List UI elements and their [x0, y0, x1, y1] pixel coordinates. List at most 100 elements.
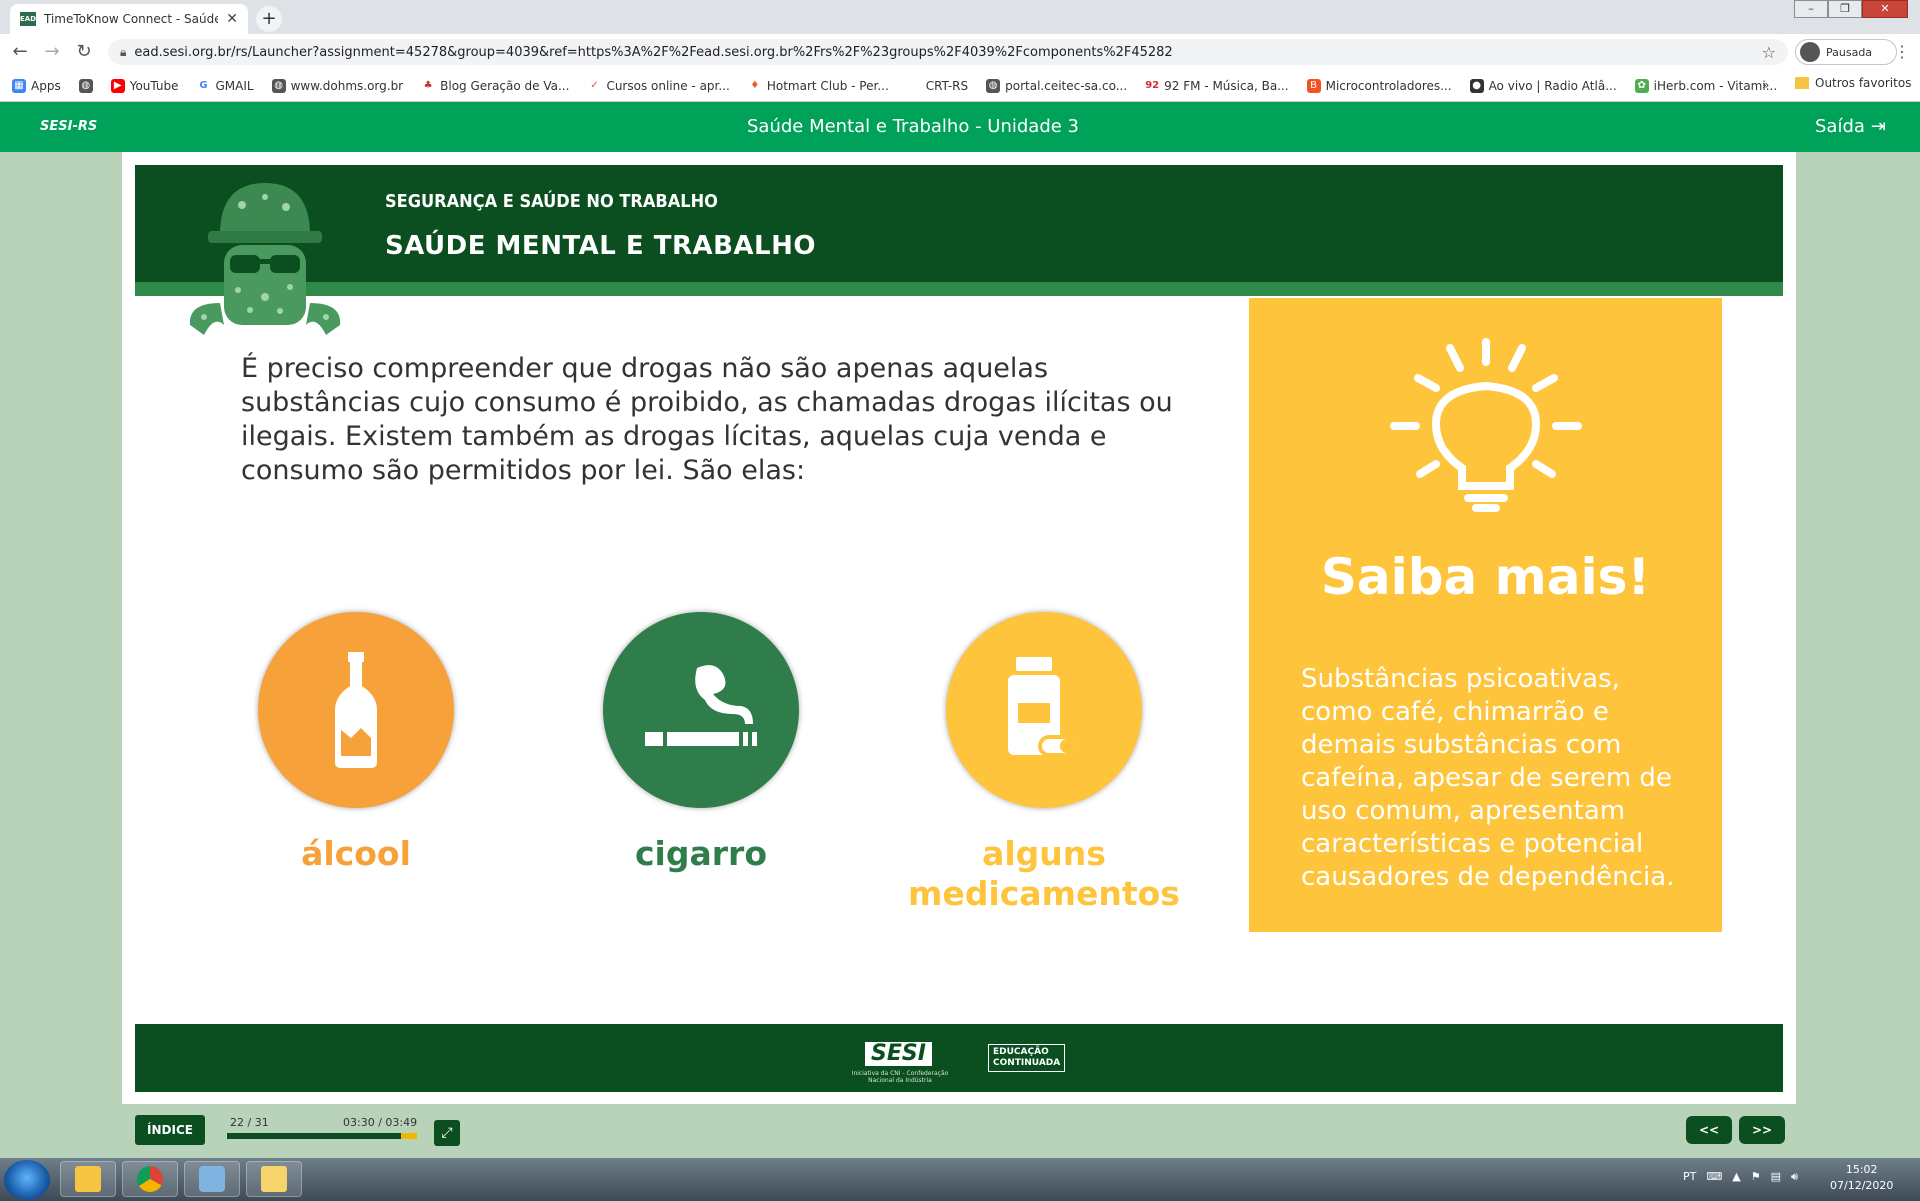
keyboard-icon[interactable]: ⌨	[1706, 1170, 1722, 1184]
drug-item-medicine[interactable]: alguns medicamentos	[904, 612, 1184, 914]
lesson-footer: SESI Iniciativa da CNI - Confederação Na…	[135, 1024, 1783, 1092]
banner-heading: SAÚDE MENTAL E TRABALHO	[385, 231, 816, 261]
bookmark-92fm[interactable]: 92 92 FM - Música, Ba...	[1145, 78, 1289, 93]
address-bar[interactable]: 🔒︎ ead.sesi.org.br/rs/Launcher?assignmen…	[108, 39, 1788, 65]
bookmark-blog[interactable]: ♣ Blog Geração de Va...	[421, 78, 569, 93]
cursos-icon: ✓	[587, 78, 602, 93]
apps-grid-icon: ▦	[12, 78, 26, 93]
progress-fill	[227, 1133, 402, 1139]
language-indicator[interactable]: PT	[1683, 1170, 1696, 1184]
worker-mascot-icon	[189, 183, 341, 335]
app-header: SESI-RS Saúde Mental e Trabalho - Unidad…	[0, 102, 1920, 152]
taskbar-mail-app[interactable]	[60, 1161, 116, 1197]
intro-paragraph: É preciso compreender que drogas não são…	[241, 353, 1173, 486]
show-hidden-icons-icon[interactable]: ▲	[1732, 1170, 1740, 1184]
bottle-icon	[335, 652, 377, 768]
bookmark-star-icon[interactable]: ☆	[1762, 43, 1776, 62]
other-bookmarks[interactable]: Outros favoritos	[1795, 76, 1911, 90]
banner-stripe	[135, 282, 1783, 296]
index-button[interactable]: ÍNDICE	[135, 1115, 205, 1145]
new-tab-button[interactable]: +	[256, 6, 282, 32]
window-close-icon[interactable]: ✕	[1862, 0, 1908, 18]
avatar	[1800, 42, 1820, 62]
flame-icon: ♦	[747, 78, 762, 93]
folder-icon	[1795, 77, 1809, 89]
globe-icon: ◍	[986, 78, 1001, 93]
drug-circle[interactable]	[603, 612, 799, 808]
next-button[interactable]: >>	[1739, 1116, 1785, 1144]
start-button[interactable]	[4, 1160, 50, 1200]
globe-icon: ◍	[271, 78, 286, 93]
exit-button[interactable]: Saída ⇥	[1815, 116, 1886, 137]
drug-circle[interactable]	[946, 612, 1142, 808]
bookmark-iherb[interactable]: ✿ iHerb.com - Vitami...	[1634, 78, 1777, 93]
bookmark-radio[interactable]: ● Ao vivo | Radio Atlâ...	[1469, 78, 1617, 93]
volume-icon[interactable]: 🔊︎	[1791, 1170, 1798, 1184]
fullscreen-icon[interactable]: ⤢	[434, 1120, 460, 1146]
paint-icon	[199, 1166, 225, 1192]
bookmark-dohms[interactable]: ◍ www.dohms.org.br	[271, 78, 403, 93]
taskbar-explorer-app[interactable]	[246, 1161, 302, 1197]
bookmark-globe[interactable]: ◍	[78, 78, 93, 93]
url-text[interactable]: ead.sesi.org.br/rs/Launcher?assignment=4…	[134, 45, 1761, 60]
bookmark-micro[interactable]: B Microcontroladores...	[1306, 78, 1452, 93]
profile-button[interactable]: Pausada	[1795, 39, 1897, 65]
mail-icon	[75, 1166, 101, 1192]
previous-button[interactable]: <<	[1686, 1116, 1732, 1144]
saiba-mais-text: Substâncias psicoativas, como café, chim…	[1301, 664, 1675, 892]
exit-icon: ⇥	[1870, 116, 1886, 137]
system-tray: PT ⌨ ▲ ⚑ ▤ 🔊︎	[1683, 1170, 1798, 1184]
tab-close-icon[interactable]: ✕	[226, 11, 238, 27]
lock-icon[interactable]: 🔒︎	[120, 45, 126, 60]
minimize-icon[interactable]: –	[1794, 0, 1828, 18]
flag-icon[interactable]: ⚑	[1751, 1170, 1761, 1184]
player-controls: ÍNDICE 22 / 31 03:30 / 03:49 ⤢ << >>	[122, 1104, 1796, 1154]
drug-item-cigarette[interactable]: cigarro	[582, 612, 820, 874]
leaf-icon: ✿	[1634, 78, 1649, 93]
restore-icon[interactable]: ❐	[1828, 0, 1862, 18]
youtube-icon: ▶	[110, 78, 125, 93]
drug-circle[interactable]	[258, 612, 454, 808]
taskbar-paint-app[interactable]	[184, 1161, 240, 1197]
bookmark-crt[interactable]: CRT-RS	[906, 78, 968, 93]
drug-item-alcohol[interactable]: álcool	[237, 612, 475, 874]
system-clock[interactable]: 15:02 07/12/2020	[1830, 1162, 1893, 1194]
saiba-mais-heading: Saiba mais!	[1320, 548, 1651, 606]
bookmark-hotmart[interactable]: ♦ Hotmart Club - Per...	[747, 78, 889, 93]
bookmark-ceitec[interactable]: ◍ portal.ceitec-sa.co...	[986, 78, 1127, 93]
bookmark-cursos[interactable]: ✓ Cursos online - apr...	[587, 78, 730, 93]
browser-toolbar: ← → ↻ 🔒︎ ead.sesi.org.br/rs/Launcher?ass…	[0, 34, 1920, 70]
progress-bar[interactable]	[227, 1133, 417, 1139]
exit-label: Saída	[1814, 116, 1865, 137]
os-taskbar: PT ⌨ ▲ ⚑ ▤ 🔊︎ 15:02 07/12/2020	[0, 1158, 1920, 1201]
bookmark-gmail[interactable]: G GMAIL	[196, 78, 254, 93]
educacao-continuada-logo: EDUCAÇÃO CONTINUADA	[988, 1044, 1066, 1072]
club-icon: ♣	[421, 78, 436, 93]
browser-menu-icon[interactable]: ⋮	[1894, 42, 1910, 61]
bookmarks-bar: ▦ Apps ◍ ▶ YouTube G GMAIL ◍ www.dohms.org.b…	[0, 70, 1920, 102]
drug-label: álcool	[301, 834, 411, 873]
back-arrow-icon[interactable]: ←	[8, 40, 32, 64]
reload-icon[interactable]: ↻	[72, 40, 96, 64]
medicine-icon	[1008, 657, 1082, 757]
globe-icon: ◍	[78, 78, 93, 93]
forward-arrow-icon[interactable]: →	[40, 40, 64, 64]
browser-tab[interactable]: EAD TimeToKnow Connect - Saúde M ✕	[10, 4, 248, 34]
bookmarks-more-icon[interactable]: »	[1762, 78, 1769, 92]
network-icon[interactable]: ▤	[1771, 1170, 1781, 1184]
bookmark-apps[interactable]: ▦ Apps	[12, 78, 61, 93]
sesi-logo-caption: Iniciativa da CNI - Confederação Naciona…	[851, 1070, 949, 1084]
blank-page-icon	[906, 78, 921, 93]
time-counter: 03:30 / 03:49	[343, 1116, 418, 1129]
google-icon: G	[196, 78, 211, 93]
drug-label: alguns medicamentos	[908, 834, 1180, 913]
radio-icon: ●	[1469, 78, 1484, 93]
profile-label: Pausada	[1826, 45, 1873, 59]
bookmark-youtube[interactable]: ▶ YouTube	[110, 78, 179, 93]
blogger-icon: B	[1306, 78, 1321, 93]
tab-title: TimeToKnow Connect - Saúde M	[44, 12, 219, 26]
cigarette-icon	[645, 665, 757, 746]
saiba-mais-panel: Saiba mais! Substâncias psicoativas, com…	[1249, 298, 1722, 932]
taskbar-chrome-app[interactable]	[122, 1161, 178, 1197]
chrome-icon	[137, 1166, 163, 1192]
